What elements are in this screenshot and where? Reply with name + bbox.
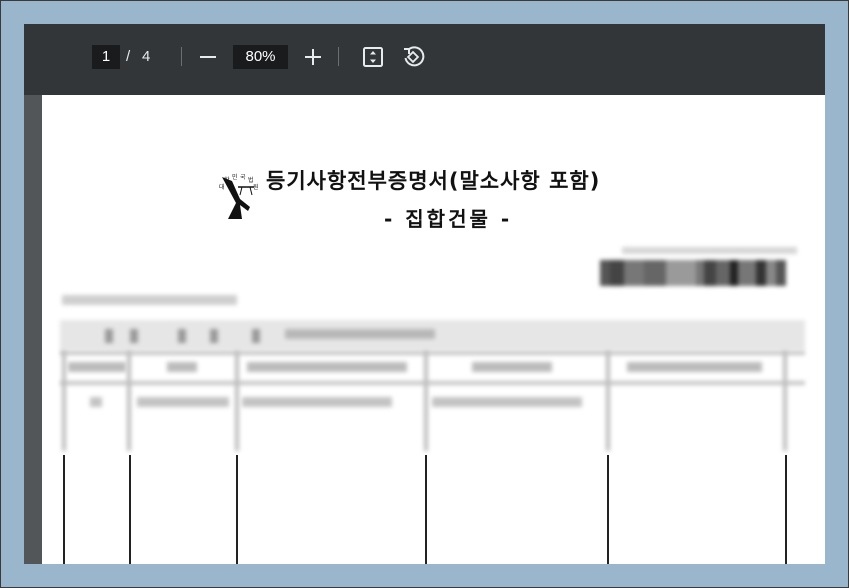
court-seal-logo: 대 한 민 국 법 원 — [219, 173, 259, 219]
rotate-button[interactable] — [399, 43, 427, 71]
section-header-row — [60, 320, 805, 350]
fit-to-page-icon — [363, 47, 383, 67]
svg-text:대: 대 — [219, 183, 225, 191]
zoom-in-button[interactable] — [299, 43, 327, 71]
minus-icon — [200, 56, 216, 58]
zoom-level-input[interactable]: 80% — [233, 45, 288, 69]
svg-text:법: 법 — [248, 176, 254, 184]
toolbar-divider — [181, 47, 182, 66]
page-separator: / — [126, 48, 131, 65]
total-pages: 4 — [142, 48, 151, 65]
rotate-icon — [404, 46, 425, 67]
document-page: 대 한 민 국 법 원 등기사항전부증명서(말소사항 포함) - 집합건물 - — [42, 95, 825, 564]
redacted-unique-number — [600, 260, 786, 286]
document-title: 등기사항전부증명서(말소사항 포함) — [266, 169, 601, 193]
toolbar-divider — [338, 47, 339, 66]
svg-text:국: 국 — [240, 174, 246, 181]
page-number-input[interactable]: 1 — [92, 45, 120, 69]
pdf-viewer: 1 / 4 80% 대 민 국 법 원 등기사항전부증명서(말소사항 포함) -… — [24, 24, 825, 564]
fit-to-page-button[interactable] — [359, 43, 387, 71]
zoom-out-button[interactable] — [194, 43, 222, 71]
plus-icon — [305, 49, 321, 65]
document-subtitle: - 집합건물 - — [384, 207, 513, 231]
pdf-toolbar: 1 / 4 80% — [24, 24, 825, 95]
svg-text:민: 민 — [232, 173, 238, 181]
